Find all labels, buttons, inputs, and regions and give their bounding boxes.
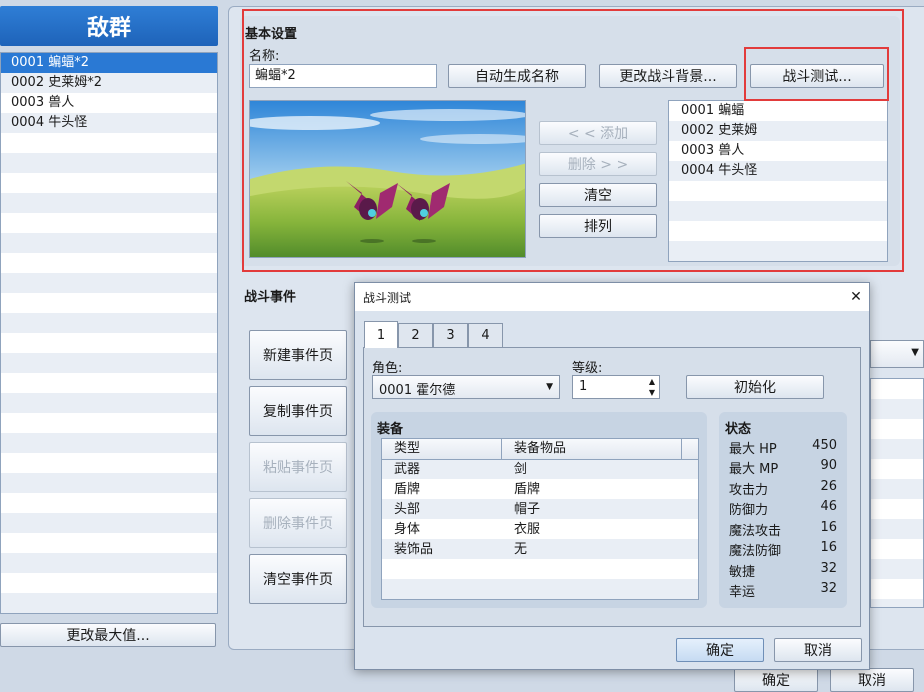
troop-list-item[interactable]: 0001 蝙蝠*2 (1, 53, 217, 73)
enemy-list-item[interactable]: 0002 史莱姆 (669, 121, 887, 141)
enemy-list-item[interactable]: 0001 蝙蝠 (669, 101, 887, 121)
copy-event-page-button[interactable]: 复制事件页 (249, 386, 347, 436)
troops-title: 敌群 (0, 6, 218, 46)
stat-value: 32 (820, 581, 837, 596)
stat-row: 最大 MP 90 (729, 458, 837, 478)
change-background-button[interactable]: 更改战斗背景... (599, 64, 737, 88)
stat-label: 魔法防御 (729, 544, 782, 559)
stat-row: 魔法防御 16 (729, 540, 837, 560)
dialog-ok-button[interactable]: 确定 (676, 638, 764, 662)
equip-type: 头部 (394, 502, 421, 517)
troop-list-item[interactable]: 0002 史莱姆*2 (1, 73, 217, 93)
table-row[interactable]: 盾牌 盾牌 (382, 480, 698, 500)
stat-value: 46 (820, 499, 837, 514)
remove-enemy-button[interactable]: 删除 > > (539, 152, 657, 176)
stat-label: 防御力 (729, 503, 769, 518)
stat-row: 防御力 46 (729, 499, 837, 519)
actor-label: 角色: (372, 361, 403, 376)
chevron-down-icon: ▼ (911, 347, 919, 358)
stat-value: 32 (820, 561, 837, 576)
stat-label: 敏捷 (729, 565, 756, 580)
equip-type: 装饰品 (394, 542, 434, 557)
level-stepper[interactable]: 1 ▲ ▼ (572, 375, 660, 399)
stat-value: 16 (820, 520, 837, 535)
level-label: 等级: (572, 361, 603, 376)
troop-list-item[interactable]: 0004 牛头怪 (1, 113, 217, 133)
stat-row: 敏捷 32 (729, 561, 837, 581)
dialog-title: 战斗测试 (363, 291, 412, 305)
change-max-button[interactable]: 更改最大值... (0, 623, 216, 647)
add-enemy-button[interactable]: < < 添加 (539, 121, 657, 145)
stat-label: 最大 HP (729, 442, 777, 457)
actor-select[interactable]: 0001 霍尔德 ▼ (372, 375, 560, 399)
tab-4[interactable]: 4 (468, 323, 503, 347)
spinner-arrows-icon[interactable]: ▲ ▼ (649, 376, 655, 398)
column-item: 装备物品 (502, 439, 682, 459)
equip-item: 盾牌 (514, 482, 541, 497)
stat-label: 最大 MP (729, 462, 779, 477)
event-content-list[interactable] (870, 378, 924, 608)
stat-value: 26 (820, 479, 837, 494)
initialize-button[interactable]: 初始化 (686, 375, 824, 399)
table-row[interactable]: 头部 帽子 (382, 500, 698, 520)
clear-event-page-button[interactable]: 清空事件页 (249, 554, 347, 604)
battle-test-button[interactable]: 战斗测试... (750, 64, 884, 88)
actor-select-value: 0001 霍尔德 (379, 383, 456, 398)
event-condition-dropdown[interactable]: ▼ (870, 340, 924, 368)
equip-item: 衣服 (514, 522, 541, 537)
status-title: 状态 (725, 422, 752, 437)
arrange-button[interactable]: 排列 (539, 214, 657, 238)
close-icon[interactable]: ✕ (846, 287, 866, 307)
table-row[interactable]: 装饰品 无 (382, 540, 698, 560)
tab-1[interactable]: 1 (364, 321, 398, 348)
stat-row: 幸运 32 (729, 581, 837, 601)
stat-row: 攻击力 26 (729, 479, 837, 499)
battle-preview (249, 100, 526, 258)
stat-value: 450 (812, 438, 837, 453)
stat-row: 最大 HP 450 (729, 438, 837, 458)
equip-type: 武器 (394, 462, 421, 477)
dialog-cancel-button[interactable]: 取消 (774, 638, 862, 662)
stat-value: 16 (820, 540, 837, 555)
equip-item: 无 (514, 542, 528, 557)
ok-button[interactable]: 确定 (734, 668, 818, 692)
auto-name-button[interactable]: 自动生成名称 (448, 64, 586, 88)
enemy-list-item[interactable]: 0004 牛头怪 (669, 161, 887, 181)
chevron-down-icon: ▼ (546, 382, 553, 392)
cancel-button[interactable]: 取消 (830, 668, 914, 692)
equipment-header: 类型 装备物品 (382, 439, 698, 460)
stat-label: 攻击力 (729, 483, 769, 498)
dialog-titlebar (355, 283, 869, 311)
stat-label: 幸运 (729, 585, 756, 600)
troops-list[interactable]: 0001 蝙蝠*2 0002 史莱姆*2 0003 兽人 0004 牛头怪 (0, 52, 218, 614)
tab-2[interactable]: 2 (398, 323, 433, 347)
stat-value: 90 (820, 458, 837, 473)
column-type: 类型 (382, 439, 502, 459)
battle-events-title: 战斗事件 (244, 290, 297, 305)
troop-list-item[interactable]: 0003 兽人 (1, 93, 217, 113)
delete-event-page-button[interactable]: 删除事件页 (249, 498, 347, 548)
equipment-table[interactable]: 类型 装备物品 武器 剑 盾牌 盾牌 头部 帽子 身体 衣服 装饰品 无 (381, 438, 699, 600)
equip-item: 剑 (514, 462, 528, 477)
equip-item: 帽子 (514, 502, 541, 517)
name-label: 名称: (249, 49, 280, 64)
equip-type: 盾牌 (394, 482, 421, 497)
equip-type: 身体 (394, 522, 421, 537)
clear-enemies-button[interactable]: 清空 (539, 183, 657, 207)
paste-event-page-button[interactable]: 粘贴事件页 (249, 442, 347, 492)
stat-row: 魔法攻击 16 (729, 520, 837, 540)
new-event-page-button[interactable]: 新建事件页 (249, 330, 347, 380)
level-value: 1 (579, 379, 588, 394)
tab-3[interactable]: 3 (433, 323, 468, 347)
stat-label: 魔法攻击 (729, 524, 782, 539)
table-row[interactable]: 身体 衣服 (382, 520, 698, 540)
enemy-list[interactable]: 0001 蝙蝠 0002 史莱姆 0003 兽人 0004 牛头怪 (668, 100, 888, 262)
name-input[interactable]: 蝙蝠*2 (249, 64, 437, 88)
enemy-list-item[interactable]: 0003 兽人 (669, 141, 887, 161)
basic-settings-title: 基本设置 (245, 27, 298, 42)
table-row[interactable]: 武器 剑 (382, 460, 698, 480)
equipment-title: 装备 (377, 422, 404, 437)
